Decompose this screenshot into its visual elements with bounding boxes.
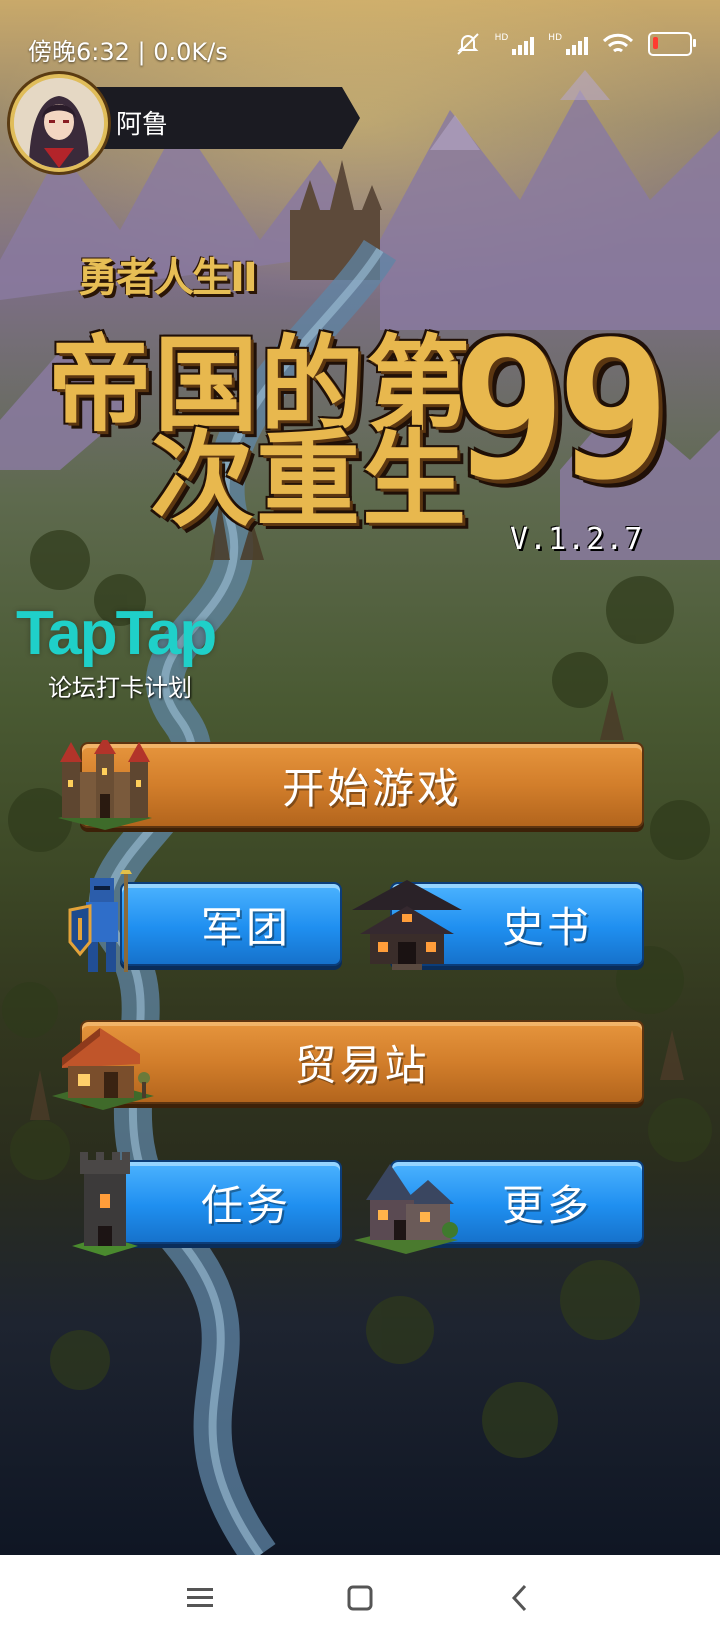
- battery-low-icon: [648, 32, 696, 56]
- history-label: 史书: [501, 902, 592, 952]
- more-label: 更多: [501, 1180, 592, 1230]
- house-icon: [354, 1164, 458, 1254]
- player-name: 阿鲁: [116, 110, 169, 140]
- knight-icon: [68, 870, 132, 972]
- trade-station-button[interactable]: 贸易站: [80, 1020, 644, 1104]
- start-game-button[interactable]: 开始游戏: [80, 742, 644, 828]
- version-label: V.1.2.7: [510, 522, 644, 557]
- signal-hd-icon: HD: [548, 33, 588, 55]
- trade-station-label: 贸易站: [294, 1040, 430, 1090]
- temple-icon: [352, 880, 462, 970]
- legion-label: 军团: [200, 902, 291, 952]
- start-game-label: 开始游戏: [281, 763, 462, 813]
- game-main-screen: 傍晚6:32 | 0.0K/s HD HD 阿鲁 勇者人生II 帝国的第 次重生…: [0, 0, 720, 1640]
- logo-subtitle: 勇者人生II: [78, 255, 258, 301]
- mute-icon: [456, 33, 479, 55]
- taptap-checkin-caption[interactable]: 论坛打卡计划: [48, 668, 192, 703]
- tower-icon: [72, 1152, 138, 1256]
- status-icons: HD HD: [455, 32, 696, 56]
- back-icon[interactable]: [495, 1575, 545, 1620]
- signal-hd-icon: HD: [495, 33, 535, 55]
- home-icon[interactable]: [335, 1575, 385, 1620]
- legion-button[interactable]: 军团: [120, 882, 342, 966]
- quest-label: 任务: [200, 1180, 291, 1230]
- taptap-logo[interactable]: TapTap: [16, 598, 217, 669]
- avatar[interactable]: [10, 74, 108, 172]
- quest-button[interactable]: 任务: [120, 1160, 342, 1244]
- status-bar: 傍晚6:32 | 0.0K/s HD HD: [0, 20, 720, 70]
- logo-title-number: 99: [452, 300, 671, 521]
- menu-icon[interactable]: [175, 1575, 225, 1620]
- shop-icon: [52, 1028, 154, 1110]
- avatar-portrait: [14, 78, 104, 168]
- player-profile[interactable]: 阿鲁: [0, 74, 365, 172]
- logo-title-line2: 次重生: [150, 419, 469, 541]
- wifi-icon: [602, 33, 634, 53]
- status-time: 傍晚6:32 | 0.0K/s: [28, 38, 228, 66]
- castle-icon: [58, 740, 152, 830]
- system-nav-bar: [0, 1555, 720, 1640]
